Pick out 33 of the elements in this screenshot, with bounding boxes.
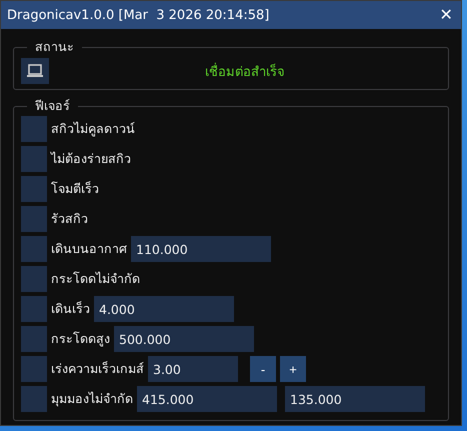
status-message: เชื่อมต่อสำเร็จ: [204, 62, 286, 82]
checkbox[interactable]: [21, 356, 47, 382]
feature-label: เร่งความเร็วเกมส์: [51, 360, 144, 378]
value-field[interactable]: 135.000: [285, 386, 425, 412]
window-title: Dragonicav1.0.0 [Mar 3 2026 20:14:58]: [7, 8, 270, 22]
checkbox[interactable]: [21, 146, 47, 172]
checkbox[interactable]: [21, 266, 47, 292]
checkbox[interactable]: [21, 296, 47, 322]
value-field[interactable]: 500.000: [114, 326, 254, 352]
group-title: ฟีเจอร์: [34, 97, 71, 115]
step-button[interactable]: -: [250, 356, 276, 382]
close-button[interactable]: ✕: [431, 1, 461, 29]
checkbox[interactable]: [21, 176, 47, 202]
feature-label: เดินบนอากาศ: [51, 240, 127, 258]
checkbox[interactable]: [21, 386, 47, 412]
feature-label: ไม่ต้องร่ายสกิว: [51, 150, 131, 168]
checkbox[interactable]: [21, 116, 47, 142]
feature-label: โจมตีเร็ว: [51, 180, 99, 198]
value-field[interactable]: 3.00: [148, 356, 238, 382]
group-title: สถานะ: [34, 38, 75, 56]
checkbox[interactable]: [21, 326, 47, 352]
step-button[interactable]: +: [280, 356, 306, 382]
feature-label: กระโดดไม่จำกัด: [51, 270, 140, 288]
value-field[interactable]: 415.000: [137, 386, 277, 412]
feature-label: กระโดดสูง: [51, 330, 110, 348]
checkbox[interactable]: [21, 236, 47, 262]
feature-label: สกิวไม่คูลดาวน์: [51, 120, 135, 138]
checkbox[interactable]: [21, 206, 47, 232]
feature-label: เดินเร็ว: [51, 300, 90, 318]
feature-label: รัวสกิว: [51, 210, 88, 228]
feature-label: มุมมองไม่จำกัด: [51, 390, 133, 408]
value-field[interactable]: 110.000: [131, 236, 271, 262]
value-field[interactable]: 4.000: [94, 296, 234, 322]
